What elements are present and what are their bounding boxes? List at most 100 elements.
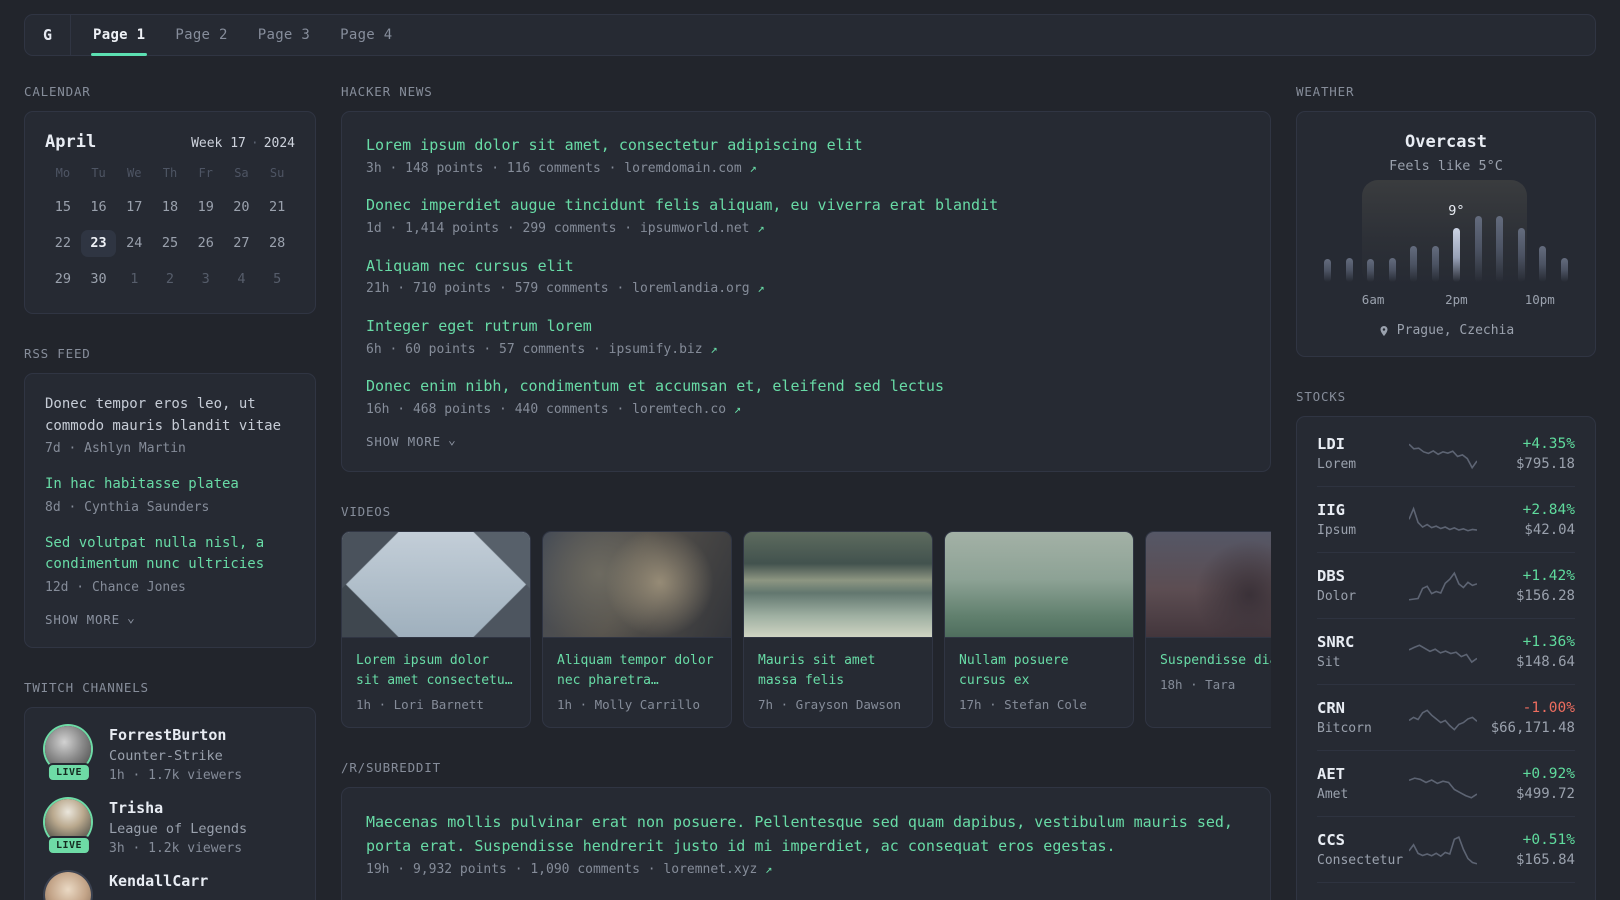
twitch-channel-row[interactable]: LIVE ForrestBurton Counter-Strike 1h · 1.7k… <box>45 725 295 783</box>
hacker-news-widget: HACKER NEWS Lorem ipsum dolor sit amet, … <box>341 84 1271 472</box>
stock-change-percent: +4.35% <box>1522 435 1575 452</box>
video-card[interactable]: Lorem ipsum dolor sit amet consectetu… 1h… <box>341 530 531 728</box>
calendar-day[interactable]: 15 <box>45 194 81 221</box>
hn-story-meta: 6h · 60 points · 57 comments · ipsumify.… <box>366 341 718 357</box>
stock-row[interactable]: AHS+0.46% <box>1317 882 1575 900</box>
rss-item-meta: 8d · Cynthia Saunders <box>45 499 210 515</box>
video-card-body: Nullam posuere cursus ex 17h · Stefan Col… <box>945 638 1133 727</box>
stock-row[interactable]: LDI Lorem +4.35% $795.18 <box>1317 421 1575 486</box>
external-link-icon: ↗ <box>733 401 742 416</box>
calendar-day[interactable]: 26 <box>188 230 224 257</box>
weather-bar <box>1410 246 1418 282</box>
stock-ticker: AET <box>1317 765 1345 783</box>
calendar-day[interactable]: 4 <box>224 266 260 293</box>
reddit-post-meta: 19h · 9,932 points · 1,090 comments · lo… <box>366 862 773 877</box>
story-domain-link[interactable]: loremtech.co <box>632 402 726 417</box>
story-domain-link[interactable]: ipsumworld.net <box>640 221 750 236</box>
calendar-day[interactable]: 3 <box>188 266 224 293</box>
story-domain-link[interactable]: loremlandia.org <box>632 281 749 296</box>
tab-page-4[interactable]: Page 4 <box>338 15 394 55</box>
video-title[interactable]: Lorem ipsum dolor sit amet consectetu… <box>356 651 516 691</box>
twitch-channel-info: ForrestBurton Counter-Strike 1h · 1.7k vie… <box>109 726 242 783</box>
weather-hour-label: 6am <box>1361 292 1385 307</box>
twitch-channel-row[interactable]: LIVE Trisha League of Legends 3h · 1.2k vie… <box>45 798 295 856</box>
video-card-body: Aliquam tempor dolor nec pharetra… 1h · M… <box>543 638 731 727</box>
hn-story-title[interactable]: Lorem ipsum dolor sit amet, consectetur … <box>366 134 1246 157</box>
hn-story-title[interactable]: Donec enim nibh, condimentum et accumsan… <box>366 375 1246 398</box>
video-card[interactable]: Suspendisse diam 18h · Tara <box>1145 530 1271 728</box>
stock-row[interactable]: SNRC Sit +1.36% $148.64 <box>1317 618 1575 684</box>
calendar-day[interactable]: 20 <box>224 194 260 221</box>
calendar-day[interactable]: 29 <box>45 266 81 293</box>
stock-price: $42.04 <box>1524 521 1575 538</box>
video-title[interactable]: Nullam posuere cursus ex <box>959 651 1119 691</box>
reddit-post-title[interactable]: Maecenas mollis pulvinar erat non posuer… <box>366 810 1246 858</box>
twitch-widget: TWITCH CHANNELS LIVE ForrestBurton Counter… <box>24 680 316 900</box>
video-thumbnail[interactable] <box>543 531 731 638</box>
hn-story-meta: 21h · 710 points · 579 comments · loreml… <box>366 281 765 297</box>
stock-sparkline <box>1409 502 1477 538</box>
video-title[interactable]: Suspendisse diam <box>1160 651 1271 671</box>
story-domain-link[interactable]: ipsumify.biz <box>609 342 703 357</box>
video-thumbnail[interactable] <box>744 531 932 638</box>
video-card-body: Suspendisse diam 18h · Tara <box>1146 638 1271 707</box>
weather-bar <box>1517 228 1525 282</box>
app-logo[interactable]: G <box>25 15 71 55</box>
show-more-label: SHOW MORE <box>366 433 441 449</box>
stock-values: +2.84% $42.04 <box>1477 502 1575 538</box>
video-card[interactable]: Nullam posuere cursus ex 17h · Stefan Col… <box>944 530 1134 728</box>
twitch-channel-meta: 1h · 1.7k viewers <box>109 767 243 783</box>
hn-story-title[interactable]: Integer eget rutrum lorem <box>366 315 1246 338</box>
tab-page-3[interactable]: Page 3 <box>256 15 312 55</box>
stock-row[interactable]: CCS Consectetur +0.51% $165.84 <box>1317 816 1575 882</box>
story-domain-link[interactable]: loremdomain.com <box>624 161 741 176</box>
video-thumbnail[interactable] <box>342 531 530 638</box>
calendar-day[interactable]: 1 <box>116 266 152 293</box>
stock-sparkline <box>1409 634 1477 670</box>
tab-page-1[interactable]: Page 1 <box>91 15 148 56</box>
calendar-day[interactable]: 19 <box>188 194 224 221</box>
videos-section-label: VIDEOS <box>341 503 391 519</box>
calendar-day[interactable]: 18 <box>152 194 188 221</box>
calendar-weekday: Th <box>162 166 178 180</box>
rss-item-title[interactable]: Sed volutpat nulla nisl, a condimentum n… <box>45 533 295 576</box>
calendar-day[interactable]: 17 <box>116 194 152 221</box>
hn-show-more-button[interactable]: SHOW MORE ⌄ <box>366 434 457 449</box>
video-title[interactable]: Mauris sit amet massa felis <box>758 651 918 691</box>
hn-story-title[interactable]: Aliquam nec cursus elit <box>366 255 1246 278</box>
rss-item-title[interactable]: Donec tempor eros leo, ut commodo mauris… <box>45 394 295 437</box>
twitch-channel-row[interactable]: KendallCarr <box>45 871 295 900</box>
video-thumbnail[interactable] <box>1146 531 1271 638</box>
weather-bar <box>1367 259 1375 282</box>
calendar-weekday: Su <box>269 166 285 180</box>
calendar-days-grid: 15 16 17 18 19 20 21 22 23 24 25 26 27 28 29 30 1 2 3 4 5 <box>45 194 295 293</box>
video-thumbnail[interactable] <box>945 531 1133 638</box>
rss-item-title[interactable]: In hac habitasse platea <box>45 474 295 496</box>
calendar-day[interactable]: 30 <box>81 266 117 293</box>
calendar-day[interactable]: 5 <box>259 266 295 293</box>
calendar-day[interactable]: 24 <box>116 230 152 257</box>
calendar-day[interactable]: 22 <box>45 230 81 257</box>
tab-page-2[interactable]: Page 2 <box>173 15 229 55</box>
stock-row[interactable]: DBS Dolor +1.42% $156.28 <box>1317 552 1575 618</box>
stock-values: +1.36% $148.64 <box>1477 634 1575 670</box>
video-card[interactable]: Aliquam tempor dolor nec pharetra… 1h · M… <box>542 530 732 728</box>
video-card-row: Lorem ipsum dolor sit amet consectetu… 1h… <box>341 530 1271 728</box>
video-card[interactable]: Mauris sit amet massa felis 7h · Grayson … <box>743 530 933 728</box>
hn-story-title[interactable]: Donec imperdiet augue tincidunt felis al… <box>366 194 1246 217</box>
video-title[interactable]: Aliquam tempor dolor nec pharetra… <box>557 651 717 691</box>
stock-row[interactable]: CRN Bitcorn -1.00% $66,171.48 <box>1317 684 1575 750</box>
calendar-day[interactable]: 27 <box>224 230 260 257</box>
story-domain-link[interactable]: loremnet.xyz <box>663 862 757 877</box>
calendar-day[interactable]: 25 <box>152 230 188 257</box>
calendar-day[interactable]: 16 <box>81 194 117 221</box>
rss-show-more-button[interactable]: SHOW MORE ⌄ <box>45 612 136 627</box>
calendar-day[interactable]: 28 <box>259 230 295 257</box>
calendar-day-selected[interactable]: 23 <box>80 230 117 257</box>
stock-row[interactable]: IIG Ipsum +2.84% $42.04 <box>1317 486 1575 552</box>
calendar-day[interactable]: 21 <box>259 194 295 221</box>
stock-row[interactable]: AET Amet +0.92% $499.72 <box>1317 750 1575 816</box>
stock-name: Lorem <box>1317 457 1357 472</box>
calendar-day[interactable]: 2 <box>152 266 188 293</box>
stock-name: Consectetur <box>1317 853 1404 868</box>
